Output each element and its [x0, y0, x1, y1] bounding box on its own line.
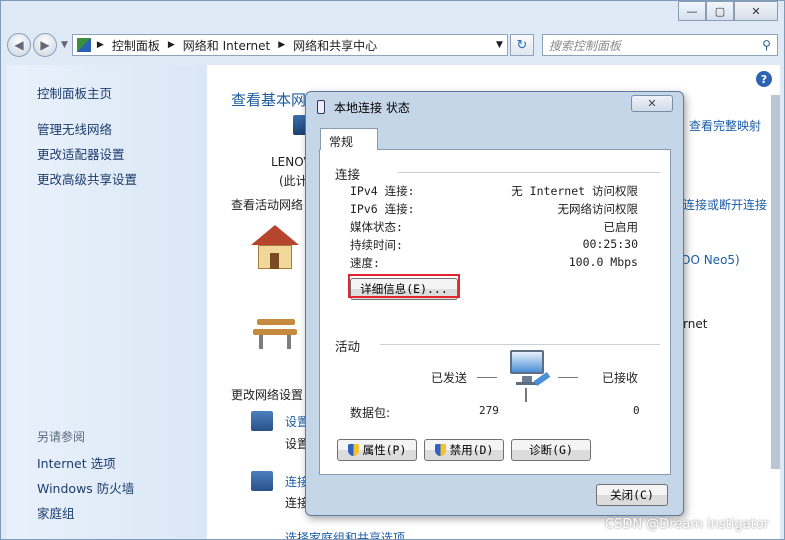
recent-pages-dropdown[interactable]: ▼ — [61, 40, 68, 50]
navigation-bar: ◀ ▶ ▼ ▶ 控制面板 ▶ 网络和 Internet ▶ 网络和共享中心 ▼ … — [7, 29, 778, 61]
section-divider — [380, 344, 660, 345]
minimize-button[interactable]: — — [678, 1, 706, 21]
received-connector — [558, 377, 578, 378]
close-window-button[interactable]: ✕ — [734, 1, 778, 21]
access-type-text: rnet — [683, 317, 708, 331]
see-also-internet-options[interactable]: Internet 选项 — [37, 453, 116, 472]
address-bar[interactable]: ▶ 控制面板 ▶ 网络和 Internet ▶ 网络和共享中心 ▼ — [71, 34, 508, 56]
breadcrumb-separator-icon[interactable]: ▶ — [168, 40, 175, 50]
breadcrumb-separator-icon[interactable]: ▶ — [97, 40, 104, 50]
refresh-button[interactable]: ↻ — [509, 34, 534, 56]
info-value: 00:25:30 — [582, 237, 638, 251]
see-also-header: 另请参阅 — [37, 430, 86, 444]
general-tab-panel: 连接 IPv4 连接: 无 Internet 访问权限 IPv6 连接: 无网络… — [319, 149, 671, 475]
sidebar-home-link[interactable]: 控制面板主页 — [37, 83, 112, 102]
info-value: 无 Internet 访问权限 — [511, 184, 638, 198]
info-row-media-state: 媒体状态: 已启用 — [350, 219, 638, 235]
dialog-close-action-button[interactable]: 关闭(C) — [596, 484, 668, 506]
search-input[interactable]: 搜索控制面板 ⚲ — [541, 34, 778, 56]
info-label: 媒体状态: — [350, 220, 403, 234]
breadcrumb-network-internet[interactable]: 网络和 Internet — [183, 37, 270, 54]
sent-connector — [477, 377, 497, 378]
properties-button-label: 属性(P) — [362, 443, 407, 457]
active-networks-header: 查看活动网络 — [231, 198, 304, 212]
packets-sent-value: 279 — [479, 404, 499, 417]
connection-section-header: 连接 — [335, 167, 361, 182]
section-divider — [398, 172, 660, 173]
packets-received-value: 0 — [633, 404, 640, 417]
search-icon[interactable]: ⚲ — [762, 38, 771, 52]
sidebar-link-advanced-sharing[interactable]: 更改高级共享设置 — [37, 169, 137, 188]
info-label: 速度: — [350, 256, 380, 270]
see-also-homegroup[interactable]: 家庭组 — [37, 503, 75, 522]
disable-button-label: 禁用(D) — [449, 443, 494, 457]
address-dropdown-icon[interactable]: ▼ — [496, 40, 503, 50]
info-row-ipv4: IPv4 连接: 无 Internet 访问权限 — [350, 183, 638, 199]
public-network-bench-icon — [253, 315, 299, 351]
properties-button[interactable]: 属性(P) — [337, 439, 417, 461]
details-button-highlight — [348, 274, 460, 298]
activity-section-header: 活动 — [335, 339, 361, 354]
tab-general[interactable]: 常规 — [320, 128, 378, 150]
info-value: 无网络访问权限 — [557, 202, 639, 216]
info-label: 持续时间: — [350, 238, 403, 252]
network-activity-icon — [508, 348, 551, 402]
info-value: 已启用 — [603, 220, 639, 234]
breadcrumb-separator-icon[interactable]: ▶ — [278, 40, 285, 50]
uac-shield-icon — [347, 444, 359, 456]
sidebar: 控制面板主页 管理无线网络 更改适配器设置 更改高级共享设置 另请参阅 Inte… — [7, 65, 207, 539]
local-connection-status-dialog: 本地连接 状态 ✕ 常规 连接 IPv4 连接: 无 Internet 访问权限… — [305, 91, 684, 516]
sent-label: 已发送 — [431, 371, 468, 385]
search-placeholder: 搜索控制面板 — [548, 38, 621, 53]
uac-shield-icon — [434, 444, 446, 456]
dialog-title: 本地连接 状态 — [334, 101, 410, 115]
network-adapter-icon — [317, 100, 325, 114]
home-network-icon — [251, 225, 299, 271]
disable-button[interactable]: 禁用(D) — [424, 439, 504, 461]
see-also-windows-firewall[interactable]: Windows 防火墙 — [37, 478, 134, 497]
received-label: 已接收 — [602, 371, 639, 385]
task-homegroup-link[interactable]: 选择家庭组和共享选项 — [285, 529, 405, 539]
caption-buttons: — ▢ ✕ — [678, 1, 778, 21]
back-button[interactable]: ◀ — [7, 33, 31, 57]
diagnose-button[interactable]: 诊断(G) — [511, 439, 591, 461]
info-row-ipv6: IPv6 连接: 无网络访问权限 — [350, 201, 638, 217]
watermark-text: CSDN @Dream instigator — [605, 517, 769, 532]
breadcrumb-control-panel[interactable]: 控制面板 — [112, 37, 160, 54]
help-icon[interactable]: ? — [756, 71, 772, 87]
vertical-scrollbar[interactable] — [771, 95, 780, 469]
breadcrumb-network-sharing-center[interactable]: 网络和共享中心 — [293, 37, 377, 54]
sidebar-link-adapter-settings[interactable]: 更改适配器设置 — [37, 144, 125, 163]
info-row-speed: 速度: 100.0 Mbps — [350, 255, 638, 271]
network-name-link[interactable]: OO Neo5) — [681, 253, 740, 267]
maximize-button[interactable]: ▢ — [706, 1, 734, 21]
connect-disconnect-link[interactable]: 连接或断开连接 — [683, 196, 767, 213]
forward-button[interactable]: ▶ — [33, 33, 57, 57]
info-label: IPv4 连接: — [350, 184, 415, 198]
computer-subtitle: (此计 — [279, 174, 308, 188]
info-row-duration: 持续时间: 00:25:30 — [350, 237, 638, 253]
info-value: 100.0 Mbps — [568, 255, 638, 269]
info-label: IPv6 连接: — [350, 202, 415, 216]
sidebar-link-manage-wireless[interactable]: 管理无线网络 — [37, 119, 112, 138]
setup-connection-icon — [251, 411, 273, 431]
full-map-link[interactable]: 查看完整映射 — [689, 117, 761, 134]
change-settings-header: 更改网络设置 — [231, 388, 304, 402]
packets-label: 数据包: — [350, 406, 391, 420]
connect-network-icon — [251, 471, 273, 491]
dialog-close-button[interactable]: ✕ — [631, 95, 673, 112]
control-panel-icon — [76, 38, 91, 52]
